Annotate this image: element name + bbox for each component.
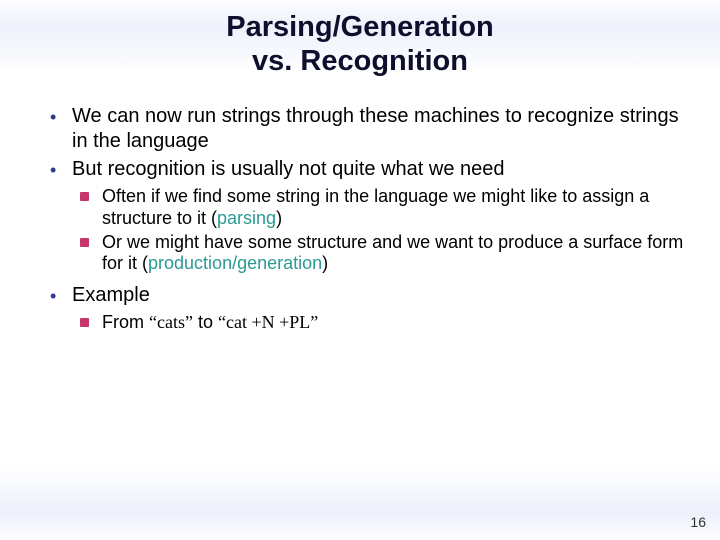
b2s1-pre: Often if we find some string in the lang… xyxy=(102,186,649,228)
b3s1-quote1: “cats” xyxy=(149,312,193,332)
title-line-2: vs. Recognition xyxy=(252,45,468,77)
slide-title: Parsing/Generation vs. Recognition xyxy=(0,0,720,78)
square-bullet-icon xyxy=(80,192,89,201)
bullet-1-text: We can now run strings through these mac… xyxy=(72,105,679,151)
b3s1-quote2: “cat +N +PL” xyxy=(218,312,318,332)
b2s2-post: ) xyxy=(322,253,328,273)
title-line-1: Parsing/Generation xyxy=(226,11,494,43)
b3s1-b: to xyxy=(193,312,218,332)
bullet-2-sub-2: Or we might have some structure and we w… xyxy=(76,232,690,276)
bullet-3-sub-1: From “cats” to “cat +N +PL” xyxy=(76,312,690,334)
bullet-2-sub-1: Often if we find some string in the lang… xyxy=(76,186,690,230)
bullet-1: We can now run strings through these mac… xyxy=(48,104,690,153)
b2s1-term: parsing xyxy=(217,208,276,228)
page-number: 16 xyxy=(690,514,706,530)
square-bullet-icon xyxy=(80,238,89,247)
slide-body: We can now run strings through these mac… xyxy=(0,78,720,333)
square-bullet-icon xyxy=(80,318,89,327)
bullet-2-sublist: Often if we find some string in the lang… xyxy=(76,186,690,276)
b3s1-a: From xyxy=(102,312,149,332)
bullet-2: But recognition is usually not quite wha… xyxy=(48,157,690,275)
bullet-3-sublist: From “cats” to “cat +N +PL” xyxy=(76,312,690,334)
bullet-3: Example From “cats” to “cat +N +PL” xyxy=(48,283,690,333)
b2s1-post: ) xyxy=(276,208,282,228)
bullet-3-text: Example xyxy=(72,284,150,306)
b2s2-term: production/generation xyxy=(148,253,322,273)
bullet-list: We can now run strings through these mac… xyxy=(48,104,690,333)
bullet-2-text: But recognition is usually not quite wha… xyxy=(72,158,505,180)
